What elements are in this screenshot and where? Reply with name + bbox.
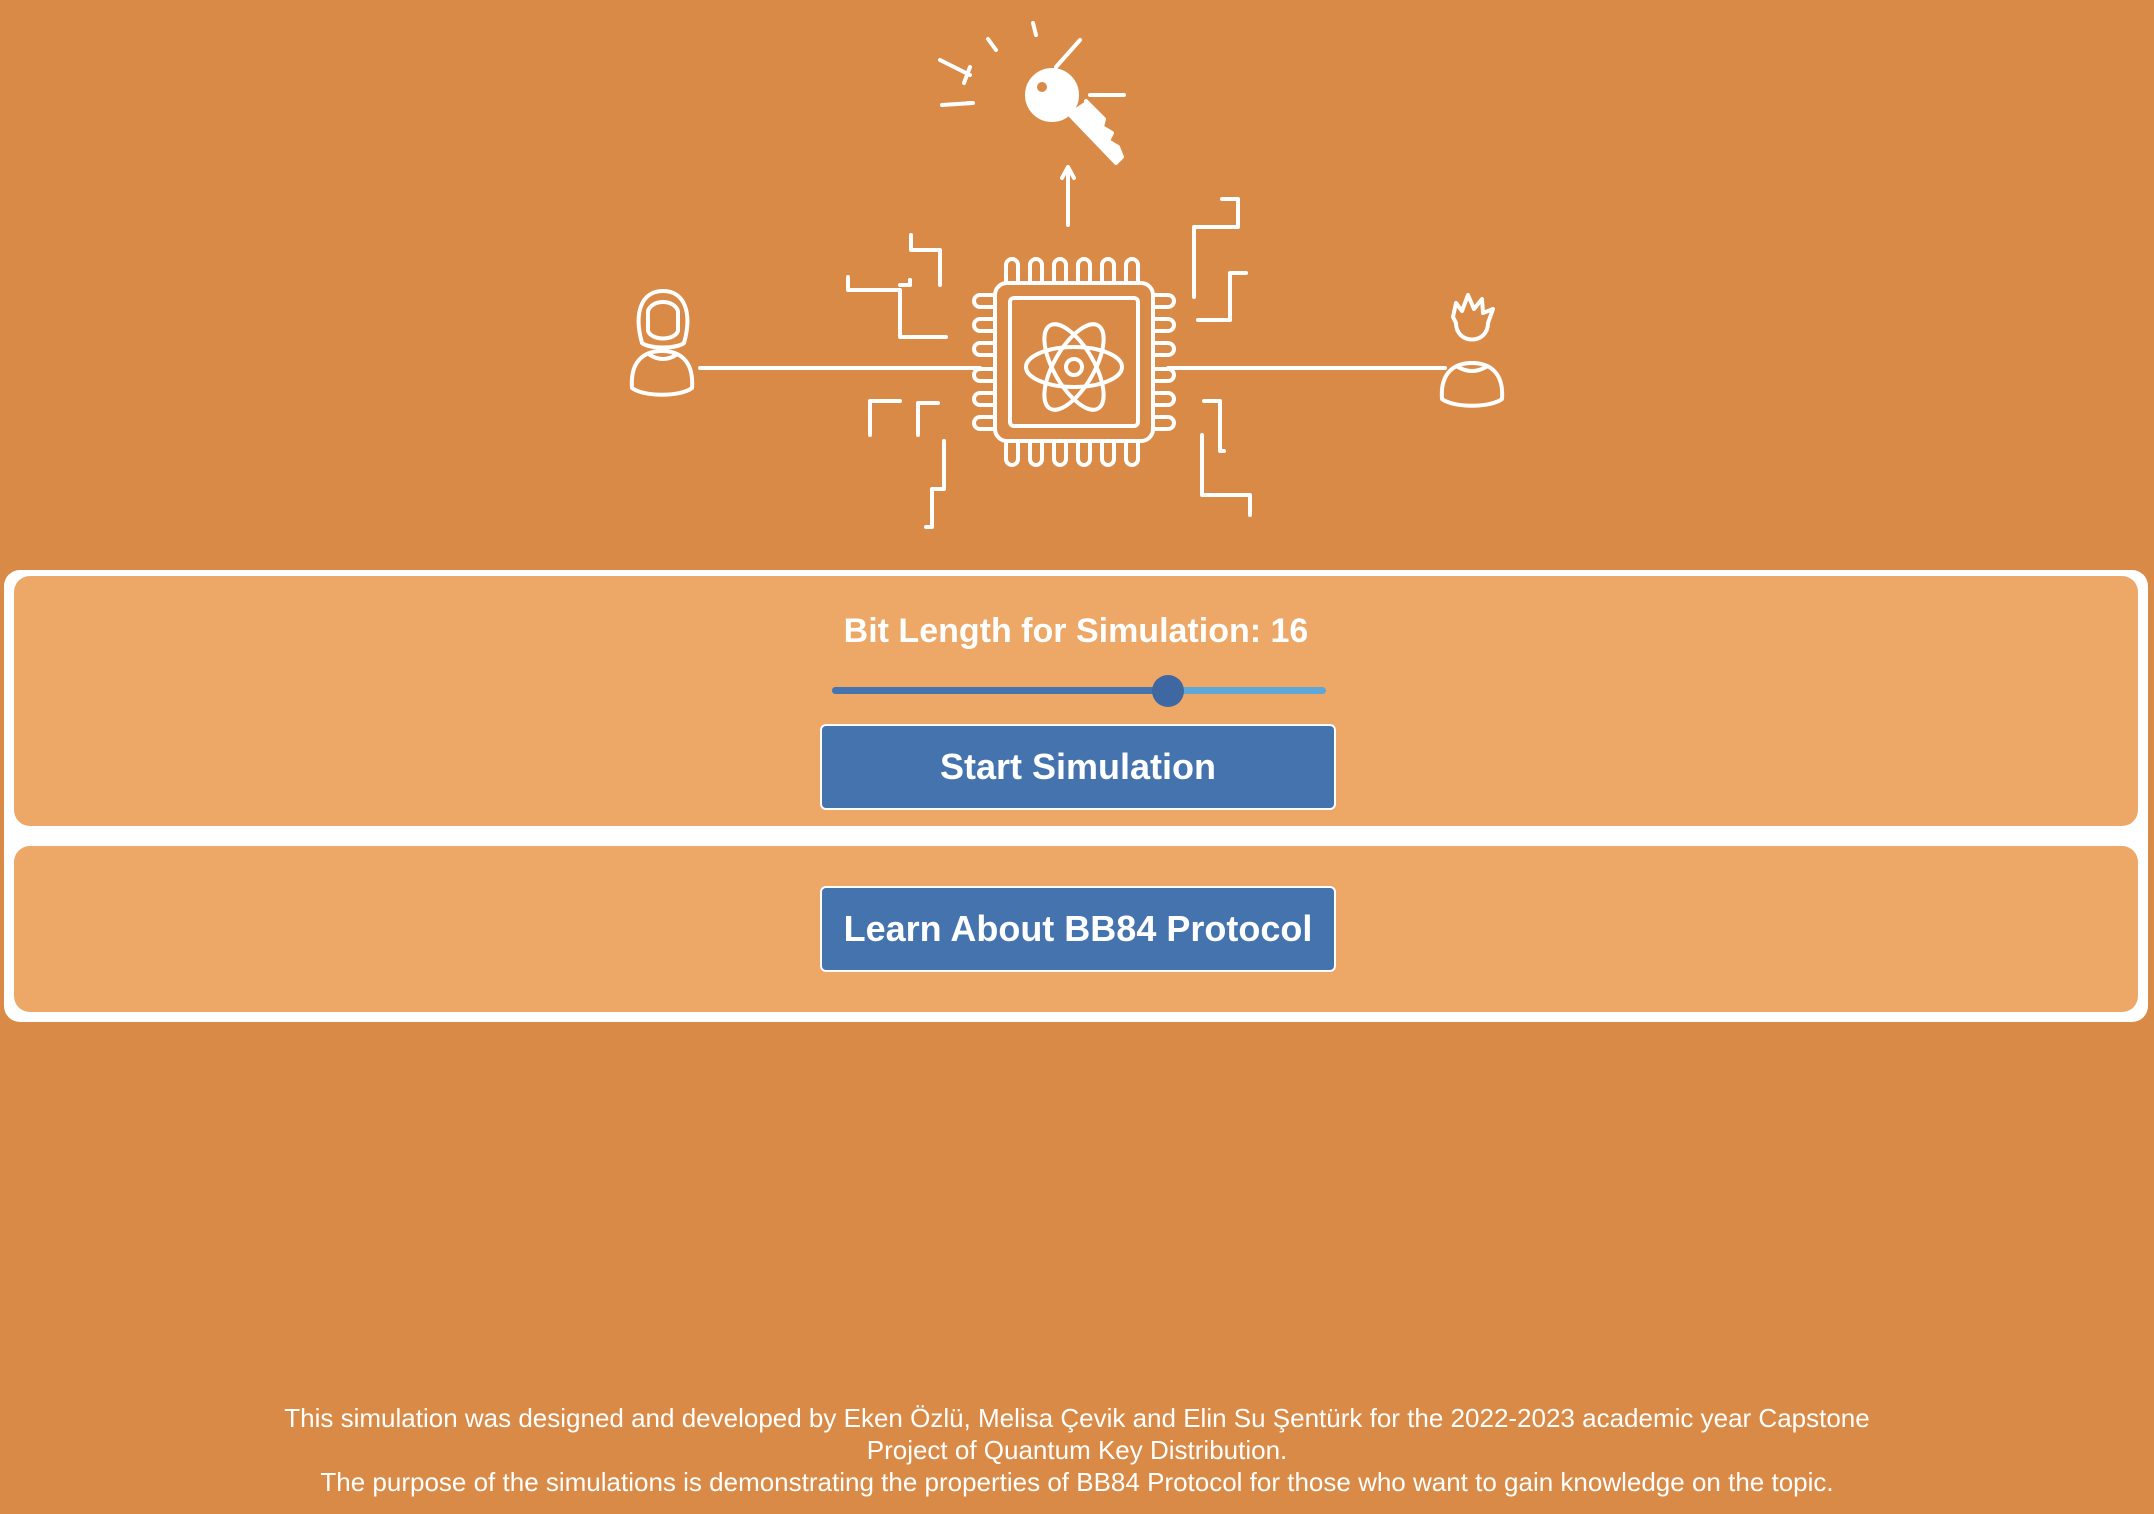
bit-length-slider[interactable] bbox=[832, 675, 1326, 707]
learn-card: Learn About BB84 Protocol bbox=[14, 846, 2138, 1012]
person-male-icon bbox=[1439, 293, 1505, 408]
slider-thumb[interactable] bbox=[1151, 675, 1184, 707]
simulation-card: Bit Length for Simulation: 16 Start Simu… bbox=[14, 576, 2138, 826]
footer-line-2: Project of Quantum Key Distribution. bbox=[866, 1435, 1288, 1465]
learn-bb84-button[interactable]: Learn About BB84 Protocol bbox=[820, 886, 1336, 972]
controls-panel: Bit Length for Simulation: 16 Start Simu… bbox=[4, 570, 2148, 1022]
footer-line-1: This simulation was designed and develop… bbox=[284, 1403, 1870, 1433]
slider-fill bbox=[832, 687, 1168, 694]
person-female-icon bbox=[629, 289, 695, 397]
key-icon bbox=[938, 21, 1126, 165]
atom-icon bbox=[1024, 322, 1124, 412]
chip-icon bbox=[972, 257, 1176, 467]
bit-length-label: Bit Length for Simulation: 16 bbox=[843, 612, 1309, 650]
upward-arrow-icon bbox=[1060, 165, 1076, 227]
hero-illustration bbox=[590, 15, 1564, 535]
start-simulation-button[interactable]: Start Simulation bbox=[820, 724, 1336, 810]
footer-line-3: The purpose of the simulations is demons… bbox=[320, 1467, 1834, 1497]
footer: This simulation was designed and develop… bbox=[0, 1402, 2154, 1498]
